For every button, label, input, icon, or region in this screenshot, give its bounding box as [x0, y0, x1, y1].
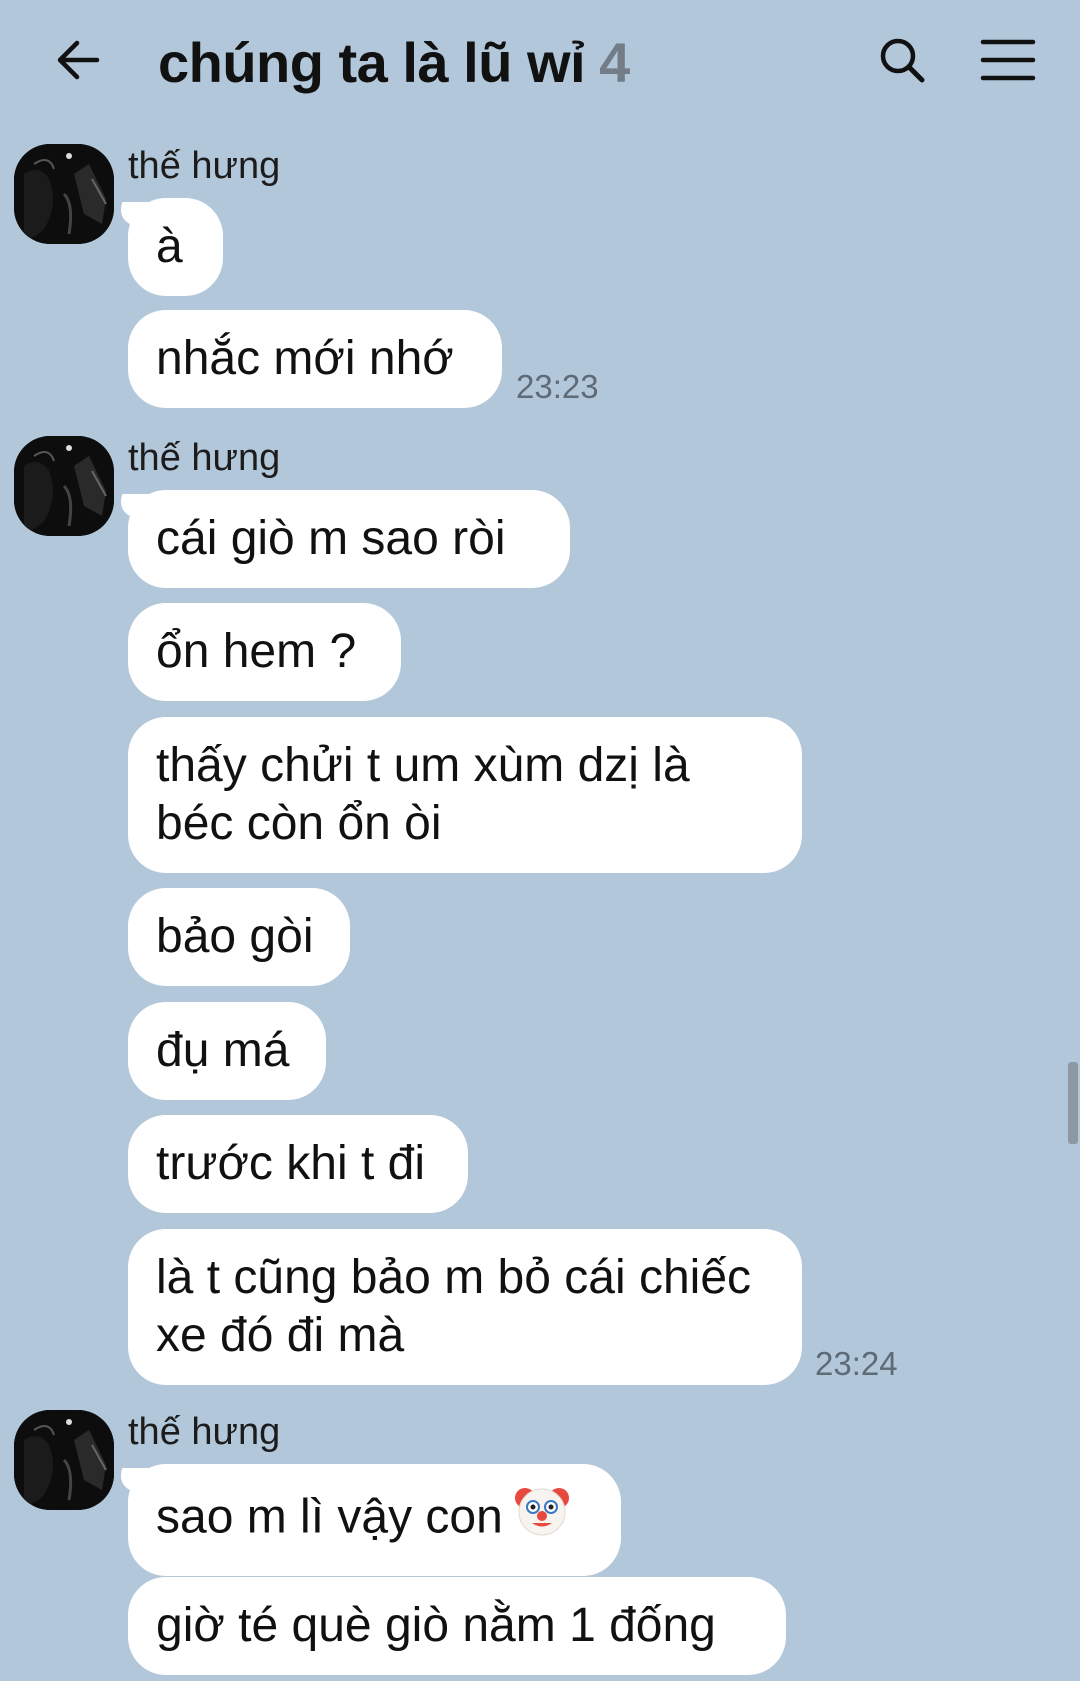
sender-name: thế hưng — [128, 145, 281, 187]
sender-name: thế hưng — [128, 437, 281, 479]
hamburger-menu-icon — [980, 39, 1036, 81]
chat-title: chúng ta là lũ wỉ 4 — [158, 30, 630, 95]
clown-face-emoji — [513, 1480, 571, 1552]
avatar-image — [14, 436, 114, 536]
message-bubble[interactable]: là t cũng bảo m bỏ cái chiếc xe đó đi mà — [128, 1229, 802, 1385]
message-bubble[interactable]: thấy chửi t um xùm dzị là béc còn ổn òi — [128, 717, 802, 873]
avatar[interactable] — [14, 1410, 114, 1510]
message-bubble[interactable]: đụ má — [128, 1002, 326, 1100]
message-bubble[interactable]: à — [128, 198, 223, 296]
message-bubble[interactable]: giờ té què giò nằm 1 đống — [128, 1577, 786, 1675]
message-bubble[interactable]: nhắc mới nhớ — [128, 310, 502, 408]
arrow-left-icon — [57, 40, 100, 80]
message-bubble[interactable]: sao m lì vậy con — [128, 1464, 621, 1576]
message-bubble[interactable]: cái giò m sao ròi — [128, 490, 570, 588]
back-button[interactable] — [48, 28, 108, 92]
search-icon — [880, 38, 925, 83]
message-time: 23:23 — [516, 368, 599, 405]
scrollbar[interactable] — [1068, 1062, 1078, 1144]
message-bubble[interactable]: bảo gòi — [128, 888, 350, 986]
sender-name: thế hưng — [128, 1411, 281, 1453]
avatar[interactable] — [14, 144, 114, 244]
message-bubble[interactable]: ổn hem ? — [128, 603, 401, 701]
search-button[interactable] — [872, 30, 932, 90]
chat-header: chúng ta là lũ wỉ 4 — [0, 0, 1080, 128]
member-count: 4 — [599, 31, 630, 94]
message-bubble[interactable]: trước khi t đi — [128, 1115, 468, 1213]
group-name: chúng ta là lũ wỉ — [158, 31, 586, 94]
message-text: sao m lì vậy con — [156, 1490, 503, 1544]
avatar[interactable] — [14, 436, 114, 536]
avatar-image — [14, 144, 114, 244]
avatar-image — [14, 1410, 114, 1510]
message-time: 23:24 — [815, 1345, 898, 1382]
menu-button[interactable] — [976, 30, 1040, 90]
